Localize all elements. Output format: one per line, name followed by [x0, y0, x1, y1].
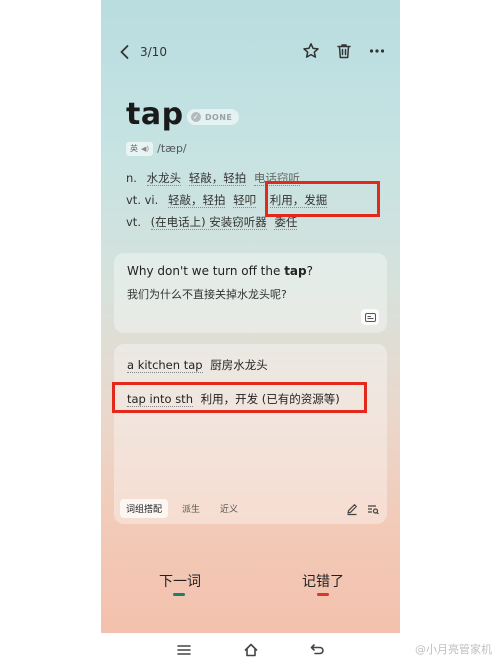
meaning[interactable]: 委任 [274, 215, 298, 230]
accent-label: 英 [130, 144, 138, 153]
back-icon[interactable] [308, 641, 326, 659]
pen-icon[interactable] [345, 502, 359, 516]
part-of-speech: vt. vi. [126, 193, 159, 207]
meaning[interactable]: 轻敲，轻拍 [167, 193, 226, 208]
phrase-english: a kitchen tap [127, 358, 203, 373]
meaning[interactable]: 水龙头 [146, 171, 182, 186]
highlight-box-phrase [112, 382, 367, 413]
example-chinese: 我们为什么不直接关掉水龙头呢? [127, 288, 287, 301]
tab-derivatives[interactable]: 派生 [176, 499, 206, 518]
more-options-icon[interactable] [367, 41, 387, 61]
phonetic-text: /tæp/ [157, 142, 187, 155]
menu-icon[interactable] [175, 641, 193, 659]
example-sentence-card: Why don't we turn off the tap? 我们为什么不直接关… [114, 253, 387, 333]
speaker-icon: ◀) [141, 144, 150, 153]
headword: tap [126, 97, 184, 132]
part-of-speech: n. [126, 171, 137, 185]
word-card-screen: 3/10 tap ✓ DONE 英 ◀) /tæp/ n. 水龙头 轻敲，轻拍 … [101, 0, 400, 633]
phrase-chinese: 厨房水龙头 [210, 358, 268, 372]
highlight-box-definition [265, 181, 380, 217]
home-icon[interactable] [242, 641, 260, 659]
done-badge: ✓ DONE [187, 109, 240, 125]
done-label: DONE [205, 112, 233, 122]
mark-wrong-button[interactable]: 记错了 [302, 571, 344, 591]
example-text: ? [306, 264, 313, 278]
trash-icon[interactable] [334, 41, 354, 61]
phrase-item[interactable]: a kitchen tap 厨房水龙头 [127, 357, 268, 373]
top-bar: 3/10 [101, 36, 400, 68]
wrong-indicator [317, 593, 329, 596]
progress-counter: 3/10 [140, 45, 167, 59]
system-nav-bar [101, 633, 400, 667]
tab-synonyms[interactable]: 近义 [214, 499, 244, 518]
phonetic-row: 英 ◀) /tæp/ [126, 141, 187, 156]
phrases-card: a kitchen tap 厨房水龙头 tap into sth 利用，开发 (… [114, 344, 387, 524]
translate-icon[interactable] [361, 309, 379, 325]
meaning[interactable]: 轻敲，轻拍 [188, 171, 247, 186]
tab-phrases[interactable]: 词组搭配 [120, 499, 169, 518]
meaning[interactable]: 轻叩 [233, 193, 257, 208]
pronunciation-button[interactable]: 英 ◀) [126, 141, 154, 156]
phrase-tabs: 词组搭配 派生 近义 [120, 499, 252, 518]
next-word-button[interactable]: 下一词 [159, 571, 201, 591]
example-english: Why don't we turn off the tap? [127, 264, 313, 278]
example-text: Why don't we turn off the [127, 264, 281, 278]
next-indicator [173, 593, 185, 596]
watermark: @小月亮管家机 [415, 643, 492, 656]
part-of-speech: vt. [126, 215, 141, 229]
check-icon: ✓ [191, 112, 201, 122]
star-icon[interactable] [301, 41, 321, 61]
example-keyword: tap [284, 264, 307, 278]
list-search-icon[interactable] [366, 502, 380, 516]
back-chevron-icon[interactable] [115, 42, 135, 62]
meaning[interactable]: (在电话上) 安装窃听器 [150, 215, 267, 230]
